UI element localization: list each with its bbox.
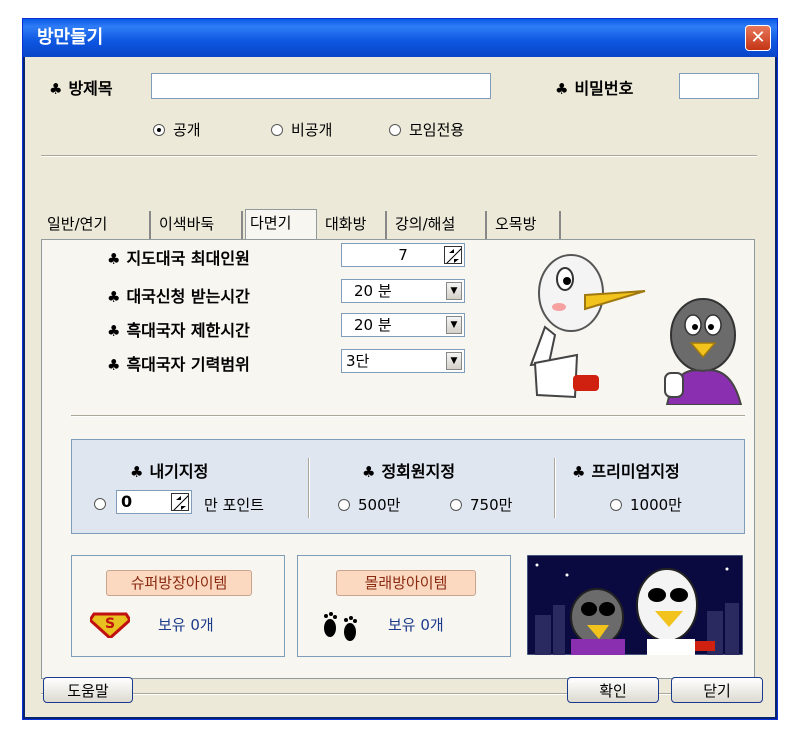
regular-bet-500[interactable]: 500만 [338,494,400,515]
divider [71,415,745,417]
max-players-label: 지도대국 최대인원 [126,249,250,268]
password-input[interactable] [679,73,759,99]
room-title-input[interactable] [151,73,491,99]
chevron-down-icon[interactable]: ▼ [446,282,462,300]
apply-time-label: 대국신청 받는시간 [126,287,250,306]
black-range-select[interactable]: 3단 ▼ [341,349,465,373]
divider [308,458,310,518]
secret-room-own-count: 보유 0개 [388,616,444,634]
radio-icon[interactable] [450,498,462,511]
custom-bet-value: 0 [121,492,133,511]
night-mascot-picture [527,555,743,655]
black-time-label: 흑대국자 제한시간 [126,321,250,340]
title-bar: 방만들기 ✕ [23,19,777,57]
tab-lecture[interactable]: 강의/해설 [391,211,487,239]
dialog-body: ♣ 방제목 ♣ 비밀번호 공개 비공개 모임전용 일반/연기 이색바둑 다면기 대화… [27,59,773,717]
black-range-label-group: ♣ 흑대국자 기력범위 [107,351,250,375]
chevron-down-icon[interactable]: ▼ [446,352,462,370]
apply-time-label-group: ♣ 대국신청 받는시간 [107,283,250,307]
chevron-down-icon[interactable]: ▼ [446,316,462,334]
club-icon: ♣ [130,463,144,481]
club-icon: ♣ [572,463,586,481]
premium-bet-label: 프리미엄지정 [591,462,680,481]
custom-bet-input[interactable]: 0 [116,490,192,514]
footprints-icon [324,612,357,641]
room-title-label-group: ♣ 방제목 [49,75,113,99]
spin-icon[interactable] [444,246,462,264]
window-title: 방만들기 [37,27,104,48]
club-icon: ♣ [107,288,121,306]
premium-bet-1000[interactable]: 1000만 [610,494,682,515]
black-time-select[interactable]: 20 분 ▼ [341,313,465,337]
super-host-item-box: 슈퍼방장아이템 S 보유 0개 [71,555,285,657]
custom-bet-label-group: ♣ 내기지정 [130,458,208,482]
club-icon: ♣ [49,80,63,98]
apply-time-value: 20 분 [354,282,392,300]
create-room-dialog: 방만들기 ✕ ♣ 방제목 ♣ 비밀번호 공개 비공개 모임전용 일반/연기 이색바둑… [22,18,778,720]
radio-icon[interactable] [271,123,283,136]
tab-variant[interactable]: 이색바둑 [155,211,243,239]
club-icon: ♣ [107,250,121,268]
password-label: 비밀번호 [574,79,634,98]
visibility-members[interactable]: 모임전용 [389,119,464,140]
visibility-public[interactable]: 공개 [153,119,201,140]
club-icon: ♣ [107,322,121,340]
radio-icon[interactable] [610,498,622,511]
club-icon: ♣ [107,356,121,374]
regular-bet-label: 정회원지정 [381,462,456,481]
premium-bet-label-group: ♣ 프리미엄지정 [572,458,680,482]
help-button[interactable]: 도움말 [43,677,133,703]
mascot-illustration [529,254,743,405]
custom-bet-unit: 만 포인트 [204,496,264,514]
tab-simul[interactable]: 다면기 [245,209,317,241]
secret-room-item-box: 몰래방아이템 보유 0개 [297,555,511,657]
superman-icon: S [90,612,130,638]
max-players-label-group: ♣ 지도대국 최대인원 [107,245,250,269]
club-icon: ♣ [555,80,569,98]
super-host-own-count: 보유 0개 [158,616,214,634]
ok-button[interactable]: 확인 [567,677,659,703]
tab-general[interactable]: 일반/연기 [43,211,151,239]
secret-room-item-button[interactable]: 몰래방아이템 [336,570,476,596]
tab-chat[interactable]: 대화방 [321,211,387,239]
svg-text:S: S [105,616,115,632]
apply-time-select[interactable]: 20 분 ▼ [341,279,465,303]
super-host-item-button[interactable]: 슈퍼방장아이템 [106,570,252,596]
radio-icon[interactable] [338,498,350,511]
divider [41,155,757,157]
custom-bet-label: 내기지정 [149,462,209,481]
close-button[interactable]: 닫기 [671,677,763,703]
radio-icon[interactable] [389,123,401,136]
visibility-private[interactable]: 비공개 [271,119,332,140]
radio-icon[interactable] [94,497,106,510]
regular-bet-750[interactable]: 750만 [450,494,512,515]
custom-bet-option[interactable] [94,494,114,512]
bet-points-box: ♣ 내기지정 0 만 포인트 ♣ 정회원지정 500만 750만 ♣ 프리미엄지… [71,439,745,534]
black-range-label: 흑대국자 기력범위 [126,355,250,374]
radio-checked-icon[interactable] [153,123,165,136]
close-window-button[interactable]: ✕ [745,25,771,51]
black-range-value: 3단 [346,352,370,370]
black-time-value: 20 분 [354,316,392,334]
password-label-group: ♣ 비밀번호 [555,75,633,99]
regular-bet-label-group: ♣ 정회원지정 [362,458,455,482]
max-players-value: 7 [398,246,408,264]
club-icon: ♣ [362,463,376,481]
spin-icon[interactable] [171,493,189,511]
max-players-stepper[interactable]: 7 [341,243,465,267]
black-time-label-group: ♣ 흑대국자 제한시간 [107,317,250,341]
divider [554,458,556,518]
room-title-label: 방제목 [68,79,113,98]
